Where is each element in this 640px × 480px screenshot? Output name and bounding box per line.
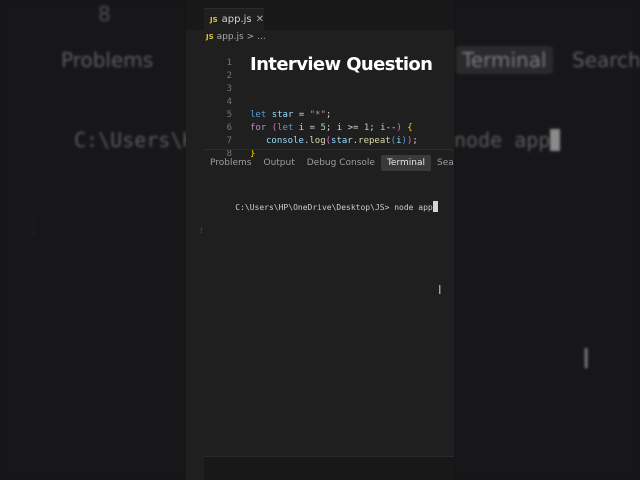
code-line: 8 xyxy=(186,135,232,159)
bg-line-number: 8 xyxy=(98,2,111,26)
editor-tab-bar: JS app.js ✕ xyxy=(186,0,454,30)
js-file-icon: JS xyxy=(206,33,214,41)
tab-search[interactable]: Search xyxy=(431,155,454,171)
code-line: 3 xyxy=(186,70,232,94)
terminal-prompt-text: C:\Users\HP\OneDrive\Desktop\JS> node ap… xyxy=(235,203,433,212)
status-bar xyxy=(204,456,454,480)
breadcrumb-file[interactable]: app.js xyxy=(217,32,244,42)
close-icon[interactable]: ✕ xyxy=(256,14,264,25)
editor-window: JS app.js ✕ JS app.js > ... 1 2 3 4 let … xyxy=(186,0,454,480)
code-line: 2 xyxy=(186,57,232,81)
breadcrumb: JS app.js > ... xyxy=(206,32,266,42)
panel-tab-bar: Problems Output Debug Console Terminal S… xyxy=(204,150,454,176)
js-file-icon: JS xyxy=(210,15,218,24)
bg-terminal-path: C:\Users\H xyxy=(74,128,195,152)
code-text: let star = "*"; xyxy=(250,110,332,120)
background-right-blur: Terminal Search node app I xyxy=(454,0,640,480)
video-overlay-title: Interview Question xyxy=(250,54,433,75)
bg-search-tab: Search xyxy=(572,48,640,72)
bg-node-command: node app xyxy=(454,128,561,152)
ibeam-cursor-icon: I xyxy=(438,283,442,297)
code-line: 5 for (let i = 5; i >= 1; i--) { xyxy=(186,96,413,133)
bg-terminal-tab: Terminal xyxy=(456,46,553,74)
tab-output[interactable]: Output xyxy=(257,155,300,171)
code-line: 1 xyxy=(186,44,232,68)
tab-app-js[interactable]: JS app.js ✕ xyxy=(204,8,264,30)
code-text: console.log(star.repeat(i)); xyxy=(266,136,418,146)
tab-debug-console[interactable]: Debug Console xyxy=(301,155,381,171)
bg-ibeam-icon: I xyxy=(582,342,591,375)
code-line: 6 console.log(star.repeat(i)); xyxy=(186,109,418,146)
terminal-cursor xyxy=(432,201,438,212)
code-text: for (let i = 5; i >= 1; i--) { xyxy=(250,123,413,133)
code-line: 4 let star = "*"; xyxy=(186,83,332,120)
tab-filename: app.js xyxy=(221,14,252,25)
breadcrumb-more[interactable]: ... xyxy=(257,32,266,42)
bg-problems-label: Problems xyxy=(61,48,154,72)
terminal-prompt[interactable]: C:\Users\HP\OneDrive\Desktop\JS> node ap… xyxy=(216,192,438,221)
tab-terminal[interactable]: Terminal xyxy=(380,155,431,171)
bg-sash-dots: · · · xyxy=(32,217,36,240)
tab-problems[interactable]: Problems xyxy=(204,155,257,171)
sash-handle[interactable]: ⁞ xyxy=(200,226,203,240)
code-line: 7 } xyxy=(186,122,256,159)
chevron-right-icon: > xyxy=(246,32,255,42)
background-left-blur: 8 Problems C:\Users\H · · · xyxy=(0,0,194,480)
